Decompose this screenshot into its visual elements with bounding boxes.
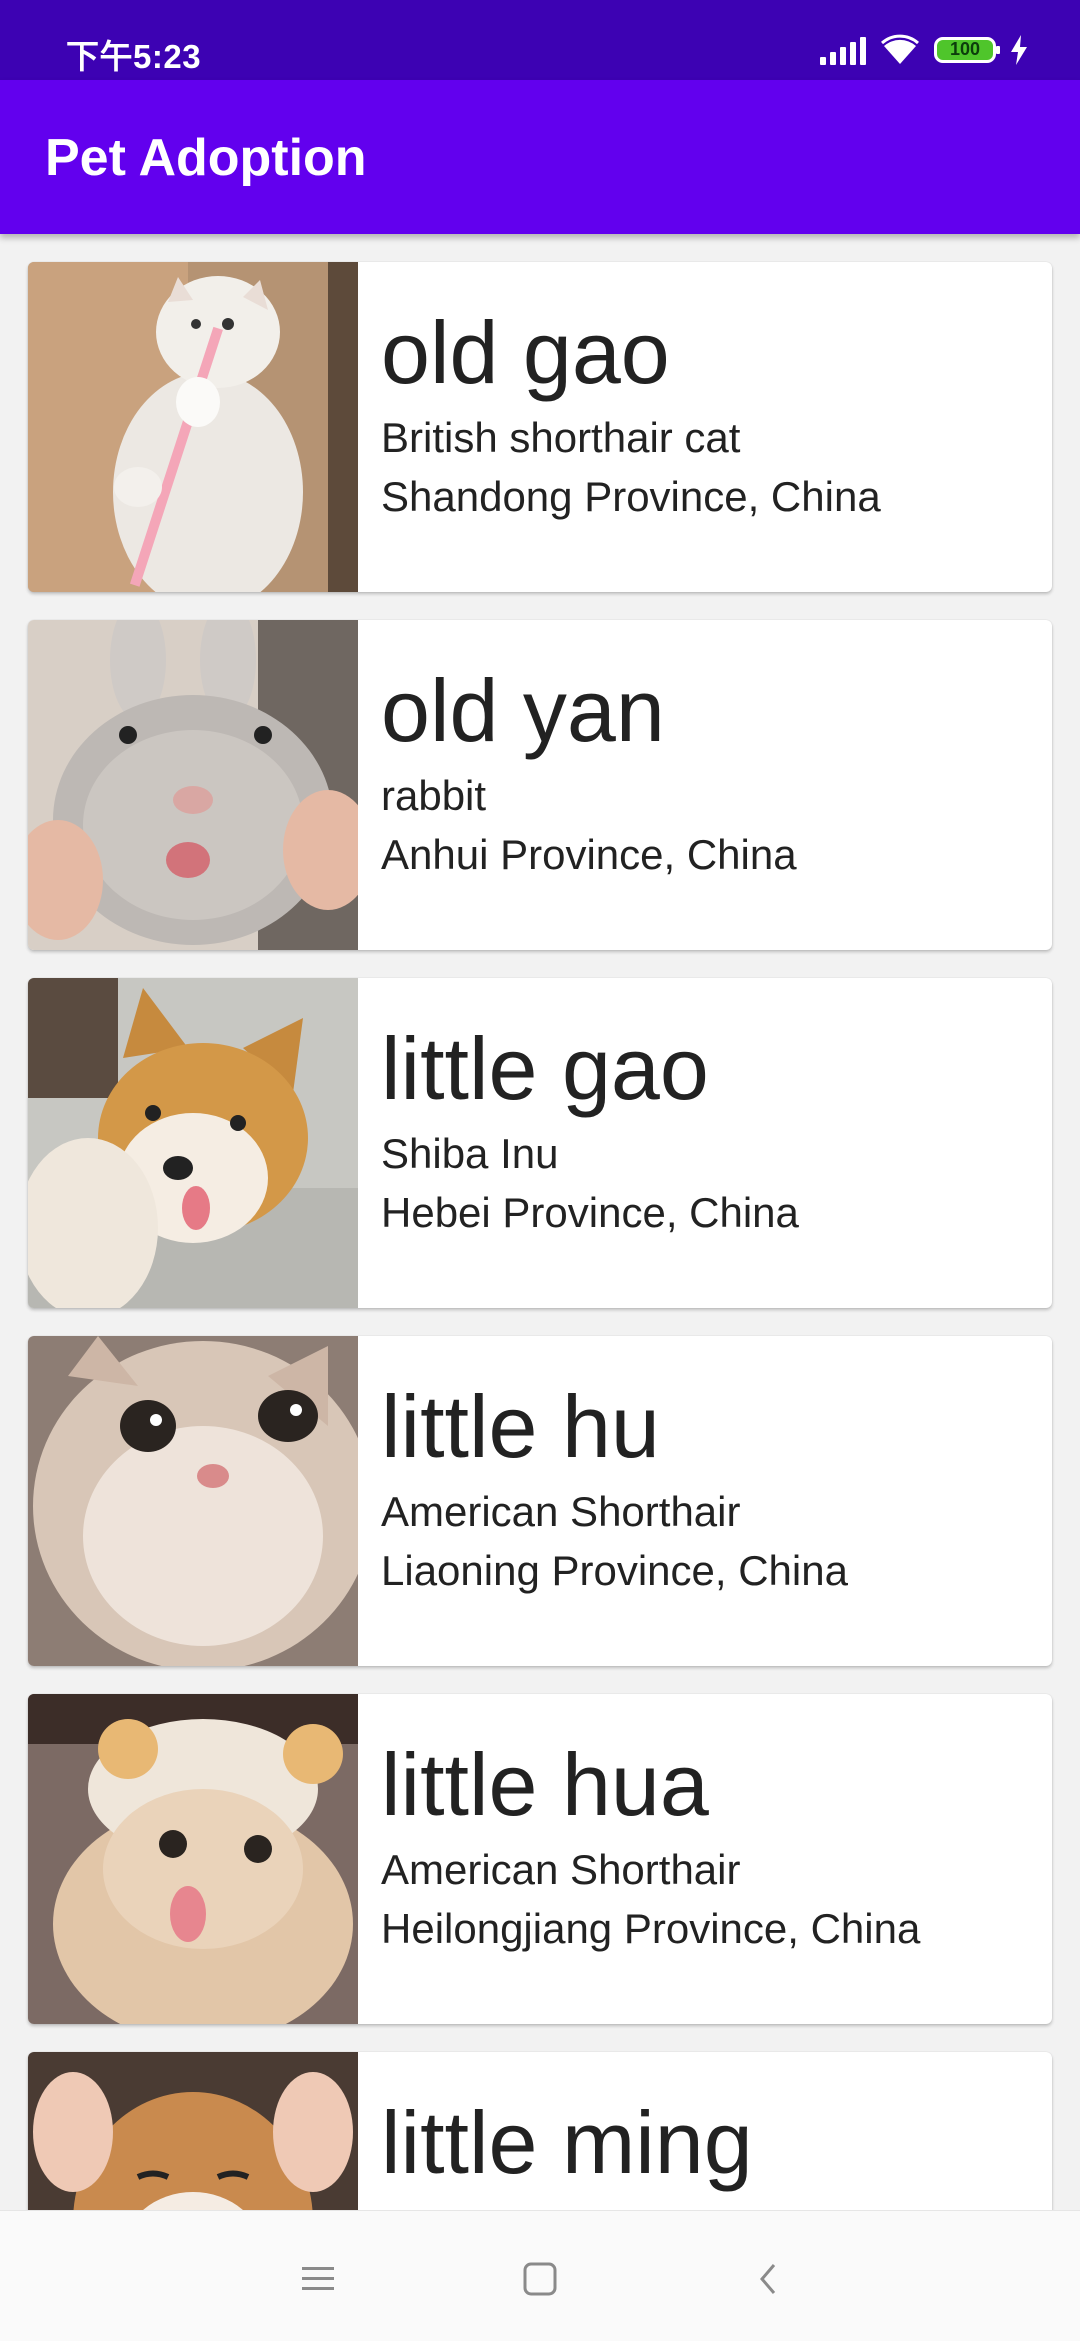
menu-icon[interactable] <box>288 2249 348 2309</box>
pet-breed: American Shorthair <box>381 1846 741 1893</box>
pet-name: old gao <box>381 303 670 402</box>
pet-card[interactable]: little hu American Shorthair Liaoning Pr… <box>28 1336 1052 1666</box>
status-time: 下午5:23 <box>66 38 202 75</box>
pet-breed: Shiba Inu <box>381 1130 559 1177</box>
pet-location: Liaoning Province, China <box>381 1547 848 1594</box>
pet-breed: British shorthair cat <box>381 414 741 461</box>
pet-name: little ming <box>381 2093 753 2192</box>
status-bar: 下午5:23 100 <box>0 0 1080 80</box>
wifi-icon <box>880 34 920 66</box>
pet-location: Heilongjiang Province, China <box>381 1905 921 1952</box>
pet-name: little gao <box>381 1019 709 1118</box>
signal-icon <box>820 35 866 65</box>
page-title: Pet Adoption <box>45 129 367 187</box>
pet-name: little hua <box>381 1735 709 1834</box>
pet-location: Shandong Province, China <box>381 473 881 520</box>
pet-photo <box>28 1336 358 1666</box>
pet-name: old yan <box>381 661 665 760</box>
pet-location: Anhui Province, China <box>381 831 797 878</box>
charging-bolt-icon <box>1010 35 1028 65</box>
pet-photo <box>28 978 358 1308</box>
pet-card[interactable]: little hua American Shorthair Heilongjia… <box>28 1694 1052 2024</box>
back-icon[interactable] <box>738 2249 798 2309</box>
pet-photo <box>28 620 358 950</box>
pet-card[interactable]: little ming <box>28 2052 1052 2210</box>
pet-card[interactable]: little gao Shiba Inu Hebei Province, Chi… <box>28 978 1052 1308</box>
pet-photo <box>28 262 358 592</box>
battery-level: 100 <box>949 39 981 59</box>
pet-breed: rabbit <box>381 772 487 819</box>
pet-card[interactable]: old yan rabbit Anhui Province, China <box>28 620 1052 950</box>
battery-icon: 100 <box>934 37 1000 63</box>
app-bar: Pet Adoption <box>0 80 1080 234</box>
pet-breed: American Shorthair <box>381 1488 741 1535</box>
pet-card[interactable]: old gao British shorthair cat Shandong P… <box>28 262 1052 592</box>
pet-name: little hu <box>381 1377 660 1476</box>
status-icons: 100 <box>820 30 1028 70</box>
pet-location: Hebei Province, China <box>381 1189 799 1236</box>
pet-list[interactable]: old gao British shorthair cat Shandong P… <box>0 234 1080 2210</box>
pet-photo <box>28 1694 358 2024</box>
system-nav-bar <box>0 2210 1080 2341</box>
pet-photo <box>28 2052 358 2210</box>
home-icon[interactable] <box>510 2249 570 2309</box>
